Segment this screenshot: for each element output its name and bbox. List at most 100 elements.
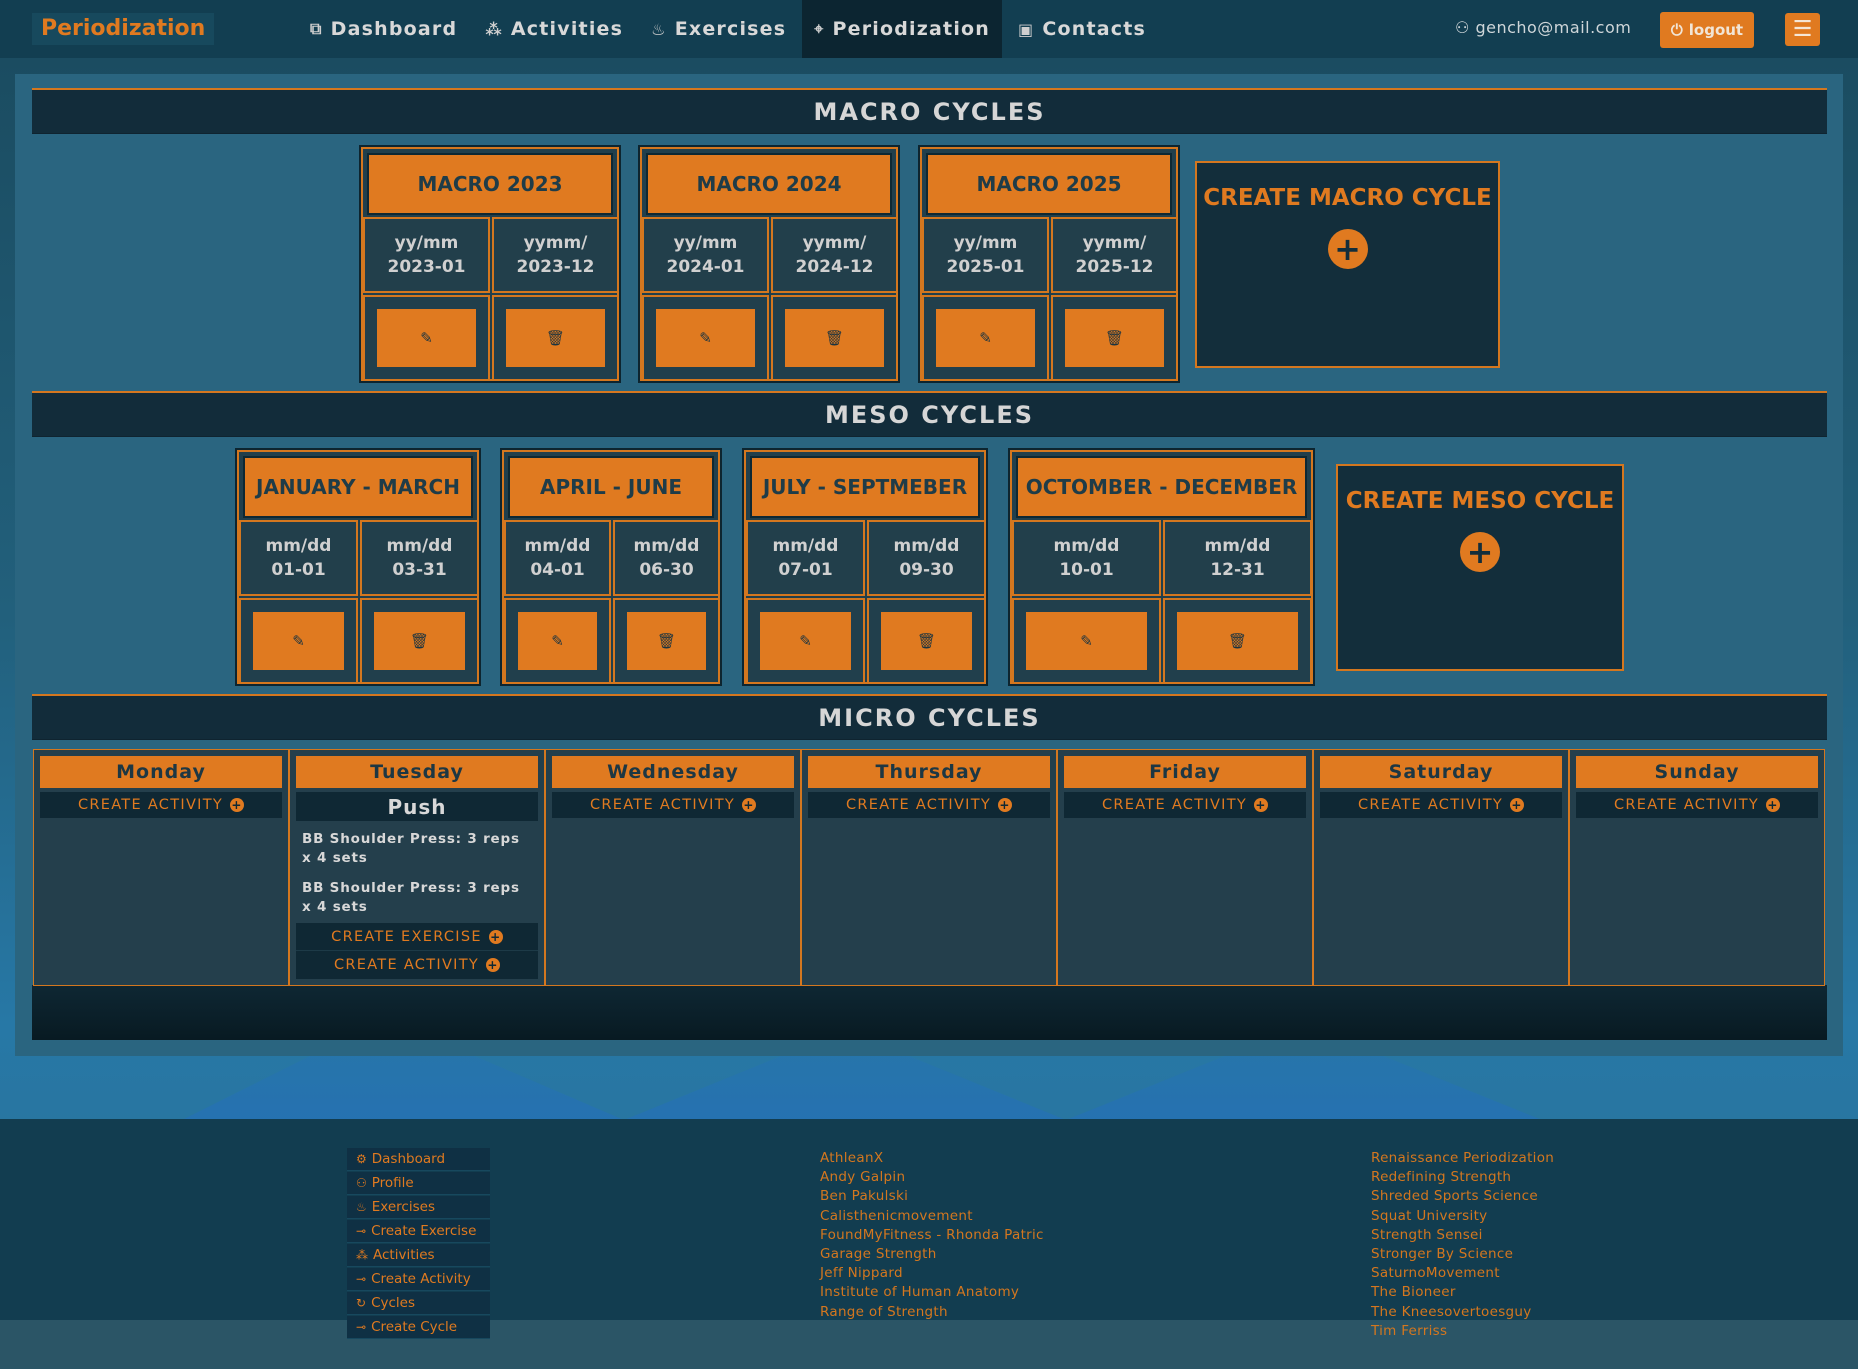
footer-link[interactable]: The Bioneer (1371, 1283, 1554, 1302)
edit-cell: ✎ (239, 598, 358, 684)
end-date-value: 2024-12 (795, 257, 874, 277)
start-date-value: 2025-01 (946, 257, 1025, 277)
edit-button[interactable]: ✎ (936, 309, 1035, 367)
edit-button[interactable]: ✎ (760, 612, 851, 670)
day-column-wednesday: Wednesday CREATE ACTIVITY + (545, 749, 801, 986)
plus-icon[interactable]: + (1327, 229, 1368, 269)
create-activity-button[interactable]: CREATE ACTIVITY + (1320, 792, 1562, 818)
footer-nav-create-cycle[interactable]: ⊸ Create Cycle (347, 1316, 490, 1339)
end-date-label: yymm/ (523, 233, 588, 253)
footer-link[interactable]: SaturnoMovement (1371, 1264, 1554, 1283)
start-date-value: 07-01 (778, 560, 833, 580)
footer-link[interactable]: Renaissance Periodization (1371, 1149, 1554, 1168)
end-date-cell: mm/dd 03-31 (360, 520, 479, 596)
footer-link[interactable]: AthleanX (820, 1149, 1044, 1168)
footer-nav-create-activity[interactable]: ⊸ Create Activity (347, 1268, 490, 1291)
footer-nav-label: Create Exercise (371, 1223, 477, 1239)
power-icon: ⏻ (1670, 21, 1683, 39)
user-email[interactable]: ⚇ gencho@mail.com (1455, 18, 1631, 37)
footer-nav-profile[interactable]: ⚇ Profile (347, 1172, 490, 1195)
footer-link[interactable]: Andy Galpin (820, 1168, 1044, 1187)
footer-link[interactable]: The Kneesovertoesguy (1371, 1303, 1554, 1322)
end-date-cell: mm/dd 12-31 (1163, 520, 1312, 596)
footer-nav-dashboard[interactable]: ⚙ Dashboard (347, 1148, 490, 1171)
create-exercise-button[interactable]: CREATE EXERCISE + (296, 923, 538, 951)
exercise-item[interactable]: BB Shoulder Press: 3 reps x 4 sets (302, 830, 534, 868)
nav-link-contacts[interactable]: ▣ Contacts (1006, 0, 1158, 58)
create-activity-label: CREATE ACTIVITY (1101, 797, 1248, 813)
edit-button[interactable]: ✎ (377, 309, 476, 367)
nav-link-label: Exercises (674, 18, 787, 40)
meso-cycle-card: JULY - SEPTMEBER mm/dd 07-01 mm/dd 09-30 ✎ 🗑 (742, 448, 988, 686)
meso-cycles-heading: MESO CYCLES (32, 391, 1827, 437)
exercise-item[interactable]: BB Shoulder Press: 3 reps x 4 sets (302, 879, 534, 917)
footer-link[interactable]: Stronger By Science (1371, 1245, 1554, 1264)
hamburger-menu-icon[interactable]: ☰ (1785, 13, 1820, 46)
create-activity-button[interactable]: CREATE ACTIVITY + (552, 792, 794, 818)
edit-button[interactable]: ✎ (656, 309, 755, 367)
create-macro-cycle-card[interactable]: CREATE MACRO CYCLE + (1195, 161, 1500, 368)
footer-nav-exercises[interactable]: ♨ Exercises (347, 1196, 490, 1219)
delete-button[interactable]: 🗑 (627, 612, 706, 670)
footer-link[interactable]: FoundMyFitness - Rhonda Patric (820, 1226, 1044, 1245)
brand-logo[interactable]: Periodization (32, 13, 215, 45)
footer-link[interactable]: Calisthenicmovement (820, 1207, 1044, 1226)
footer-links-col1: AthleanX Andy Galpin Ben Pakulski Calisthen… (820, 1149, 1044, 1322)
nav-link-dashboard[interactable]: ⧉ Dashboard (298, 0, 469, 58)
delete-button[interactable]: 🗑 (881, 612, 972, 670)
end-date-value: 09-30 (899, 560, 954, 580)
meso-cycle-card: JANUARY - MARCH mm/dd 01-01 mm/dd 03-31 ✎ 🗑 (235, 448, 481, 686)
macro-cycle-title: MACRO 2024 (646, 153, 892, 215)
contact-card-icon: ▣ (1018, 19, 1035, 39)
delete-button[interactable]: 🗑 (374, 612, 465, 670)
footer-link[interactable]: Strength Sensei (1371, 1226, 1554, 1245)
day-name: Tuesday (296, 756, 538, 788)
footer-nav-cycles[interactable]: ↻ Cycles (347, 1292, 490, 1315)
footer-nav-label: Create Cycle (371, 1319, 458, 1335)
footer-link[interactable]: Jeff Nippard (820, 1264, 1044, 1283)
footer-nav-activities[interactable]: ⁂ Activities (347, 1244, 490, 1267)
nav-link-activities[interactable]: ⁂ Activities (473, 0, 635, 58)
footer-nav-label: Activities (373, 1247, 435, 1263)
day-name: Wednesday (552, 756, 794, 788)
delete-button[interactable]: 🗑 (1177, 612, 1298, 670)
user-icon: ⚇ (356, 1176, 367, 1190)
create-meso-cycle-card[interactable]: CREATE MESO CYCLE + (1336, 464, 1624, 671)
edit-button[interactable]: ✎ (1026, 612, 1147, 670)
footer-link[interactable]: Squat University (1371, 1207, 1554, 1226)
start-date-value: 10-01 (1059, 560, 1114, 580)
day-name: Saturday (1320, 756, 1562, 788)
footer-link[interactable]: Redefining Strength (1371, 1168, 1554, 1187)
delete-button[interactable]: 🗑 (506, 309, 605, 367)
start-date-label: mm/dd (524, 536, 591, 556)
delete-button[interactable]: 🗑 (1065, 309, 1164, 367)
plus-circle-icon: + (230, 798, 245, 812)
footer-link[interactable]: Range of Strength (820, 1303, 1044, 1322)
create-activity-button[interactable]: CREATE ACTIVITY + (40, 792, 282, 818)
micro-footer-bar (32, 985, 1827, 1040)
activity-title[interactable]: Push (296, 792, 538, 821)
nav-link-periodization[interactable]: ⌖ Periodization (802, 0, 1003, 58)
nav-link-exercises[interactable]: ♨ Exercises (639, 0, 798, 58)
delete-button[interactable]: 🗑 (785, 309, 884, 367)
pencil-icon: ✎ (292, 632, 305, 650)
top-navbar: Periodization ⧉ Dashboard ⁂ Activities ♨ Exer… (0, 0, 1858, 58)
footer-link[interactable]: Garage Strength (820, 1245, 1044, 1264)
plus-icon[interactable]: + (1460, 532, 1500, 572)
logout-button[interactable]: ⏻ logout (1660, 12, 1754, 48)
day-name: Sunday (1576, 756, 1818, 788)
create-activity-button[interactable]: CREATE ACTIVITY + (808, 792, 1050, 818)
day-column-thursday: Thursday CREATE ACTIVITY + (801, 749, 1057, 986)
footer-link[interactable]: Institute of Human Anatomy (820, 1283, 1044, 1302)
footer-link[interactable]: Ben Pakulski (820, 1187, 1044, 1206)
footer-link[interactable]: Shreded Sports Science (1371, 1187, 1554, 1206)
edit-button[interactable]: ✎ (253, 612, 344, 670)
create-activity-button[interactable]: CREATE ACTIVITY + (1576, 792, 1818, 818)
create-activity-button[interactable]: CREATE ACTIVITY + (1064, 792, 1306, 818)
footer-link[interactable]: Tim Ferriss (1371, 1322, 1554, 1341)
create-activity-button[interactable]: CREATE ACTIVITY + (296, 951, 538, 979)
pencil-icon: ✎ (979, 329, 992, 347)
edit-button[interactable]: ✎ (518, 612, 597, 670)
create-activity-label: CREATE ACTIVITY (1357, 797, 1504, 813)
footer-nav-create-exercise[interactable]: ⊸ Create Exercise (347, 1220, 490, 1243)
